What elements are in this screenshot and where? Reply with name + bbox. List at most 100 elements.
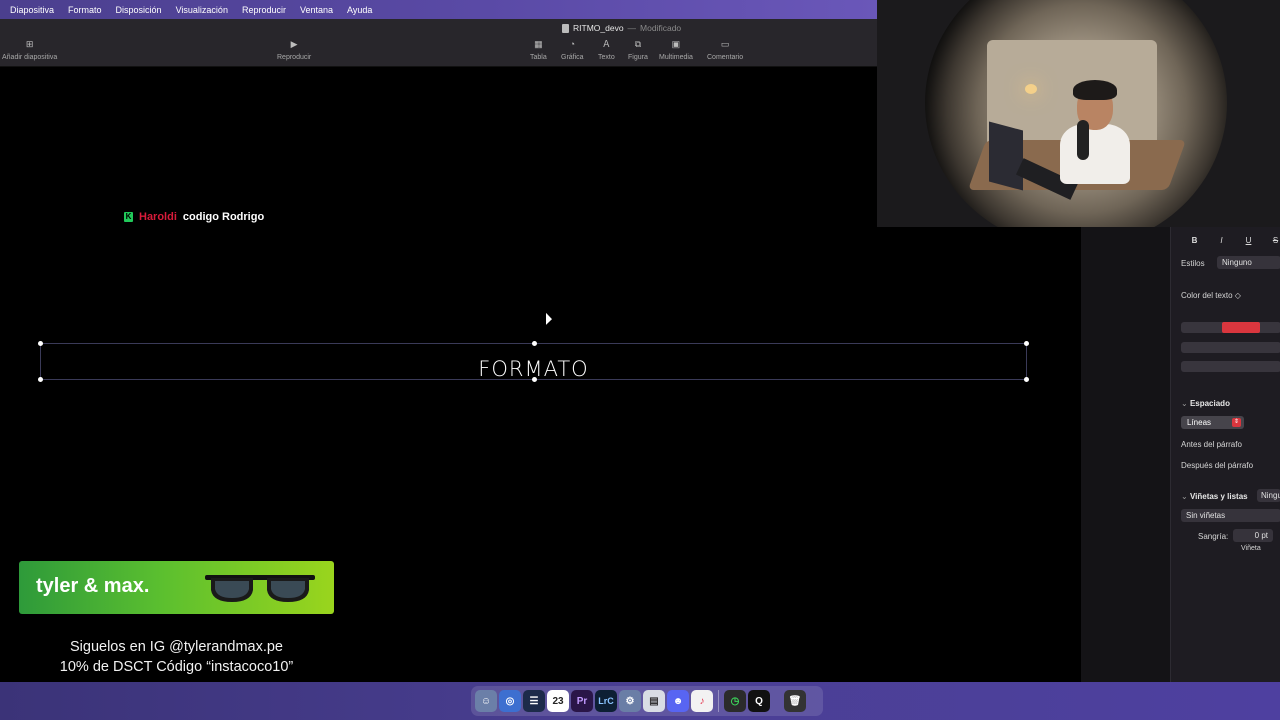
play-label: Reproducir (277, 54, 312, 61)
webcam-overlay (877, 0, 1280, 227)
document-title: RITMO_devo — Modificado (562, 23, 681, 33)
table-icon: ▦ (534, 39, 543, 49)
bullets-select[interactable]: Ningu (1257, 489, 1280, 502)
inspector-gap (1081, 227, 1170, 682)
text-button[interactable]: Ａ Texto (598, 39, 615, 61)
lightroom-icon[interactable]: LrC (595, 690, 617, 712)
resize-handle-top-left[interactable] (38, 341, 43, 346)
styles-label: Estilos (1181, 259, 1205, 268)
styles-select[interactable]: Ninguno (1217, 256, 1280, 269)
finder-icon[interactable]: ☺ (475, 690, 497, 712)
shape-icon: ⧉ (634, 39, 642, 49)
vertical-align-segment[interactable] (1181, 361, 1280, 372)
brand-subtitle: codigo Rodrigo (182, 211, 265, 223)
text-icon: Ａ (601, 39, 611, 49)
media-label: Multimedia (659, 54, 693, 61)
promo-line-2: 10% de DSCT Código “instacoco10” (59, 659, 294, 675)
comment-icon: ▭ (720, 39, 730, 49)
no-bullets-select[interactable]: Sin viñetas (1181, 509, 1280, 522)
text-label: Texto (598, 54, 615, 61)
calendar-icon[interactable]: 23 (547, 690, 569, 712)
font-style-buttons: B I U S (1181, 236, 1280, 245)
bullet-label: Viñeta (1241, 545, 1261, 552)
sponsor-name: tyler & max. (36, 575, 150, 597)
menu-item-visualizacion[interactable]: Visualización (176, 5, 228, 15)
person-hair (1073, 80, 1117, 100)
add-slide-button[interactable]: ⊞ Añadir diapositiva (2, 39, 57, 61)
media-icon: ▣ (671, 39, 681, 49)
promo-line-1: Siguelos en IG @tylerandmax.pe (70, 639, 283, 655)
brand-name: Haroldi (139, 211, 177, 223)
document-name: RITMO_devo (573, 23, 624, 33)
menu-item-reproducir[interactable]: Reproducir (242, 5, 286, 15)
sponsor-banner: tyler & max. (19, 561, 334, 614)
table-button[interactable]: ▦ Tabla (530, 39, 547, 61)
trash-icon[interactable]: 🗑 (784, 690, 806, 712)
bullets-section-header[interactable]: Viñetas y listas (1181, 492, 1248, 501)
document-status: Modificado (640, 23, 682, 33)
indent-field[interactable]: 0 pt (1233, 529, 1273, 542)
add-slide-label: Añadir diapositiva (2, 54, 58, 61)
sponsor-promo: Siguelos en IG @tylerandmax.pe 10% de DS… (19, 637, 334, 677)
before-paragraph-label: Antes del párrafo (1181, 440, 1242, 449)
resize-handle-top-right[interactable] (1024, 341, 1029, 346)
menu-bar: Diapositiva Formato Disposición Visualiz… (0, 0, 877, 19)
menu-item-ayuda[interactable]: Ayuda (347, 5, 372, 15)
bold-button[interactable]: B (1181, 236, 1208, 245)
line-spacing-value: Líneas (1187, 418, 1212, 427)
comment-button[interactable]: ▭ Comentario (707, 39, 743, 61)
indent-segment[interactable] (1181, 342, 1280, 353)
line-spacing-select[interactable]: Líneas ⇕ (1181, 416, 1244, 429)
table-label: Tabla (530, 54, 547, 61)
dock-separator (718, 690, 719, 712)
menu-item-ventana[interactable]: Ventana (300, 5, 333, 15)
menu-item-disposicion[interactable]: Disposición (116, 5, 162, 15)
toolbar: RITMO_devo — Modificado ⊞ Añadir diaposi… (0, 19, 877, 67)
shape-button[interactable]: ⧉ Figura (628, 39, 648, 61)
keynote-icon[interactable]: ▤ (643, 690, 665, 712)
chart-label: Gráfica (561, 54, 584, 61)
menu-item-diapositiva[interactable]: Diapositiva (10, 5, 54, 15)
indent-label: Sangría: (1198, 532, 1229, 541)
quicktime-icon[interactable]: Q (748, 690, 770, 712)
underline-button[interactable]: U (1235, 236, 1262, 245)
after-paragraph-label: Después del párrafo (1181, 461, 1254, 470)
safari-icon[interactable]: ◎ (499, 690, 521, 712)
brand-logo-icon: K (124, 212, 133, 222)
add-slide-icon: ⊞ (25, 39, 34, 49)
notes-icon[interactable]: ☰ (523, 690, 545, 712)
italic-button[interactable]: I (1208, 236, 1235, 245)
document-icon (562, 23, 569, 33)
channel-brand: K Haroldi codigo Rodrigo (124, 211, 264, 223)
person-body (1060, 124, 1130, 184)
play-button[interactable]: ▶ Reproducir (277, 39, 311, 61)
chart-button[interactable]: ◔ Gráfica (561, 39, 584, 61)
text-color-label[interactable]: Color del texto ◇ (1181, 291, 1241, 300)
selected-text-box[interactable]: FORMATO (38, 341, 1029, 382)
monitor (989, 121, 1023, 191)
menu-item-formato[interactable]: Formato (68, 5, 102, 15)
play-icon: ▶ (290, 39, 298, 49)
alignment-segment[interactable] (1181, 322, 1280, 333)
textbox-content[interactable]: FORMATO (41, 357, 1026, 381)
mouse-cursor-icon (546, 312, 552, 328)
music-icon[interactable]: ♪ (691, 690, 713, 712)
resize-handle-top[interactable] (532, 341, 537, 346)
format-inspector: B I U S Estilos Ninguno Color del texto … (1170, 227, 1280, 682)
activity-monitor-icon[interactable]: ◷ (724, 690, 746, 712)
sunglasses-icon (205, 575, 315, 602)
lamp-light (1025, 84, 1037, 94)
premiere-icon[interactable]: Pr (571, 690, 593, 712)
app-icon[interactable]: ⚙ (619, 690, 641, 712)
dock-bar: ☺ ◎ ☰ 23 Pr LrC ⚙ ▤ ☻ ♪ ◷ Q 🗑 (0, 682, 1280, 720)
microphone (1077, 120, 1089, 160)
title-separator: — (627, 23, 637, 33)
comment-label: Comentario (707, 54, 744, 61)
align-center-active[interactable] (1222, 322, 1260, 333)
shape-label: Figura (628, 54, 648, 61)
strikethrough-button[interactable]: S (1262, 236, 1280, 245)
discord-icon[interactable]: ☻ (667, 690, 689, 712)
spacing-section-header[interactable]: Espaciado (1181, 399, 1230, 408)
chart-icon: ◔ (569, 39, 575, 49)
media-button[interactable]: ▣ Multimedia (659, 39, 693, 61)
